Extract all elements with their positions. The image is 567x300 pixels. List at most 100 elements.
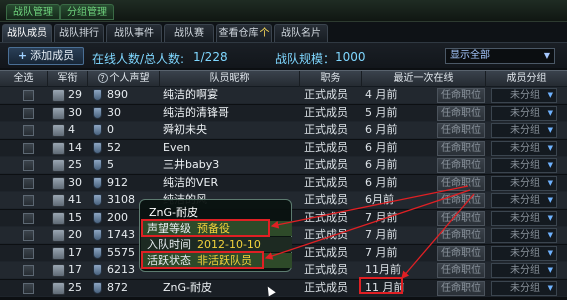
reputation-value: 200 <box>107 210 128 224</box>
shield-icon <box>93 141 102 154</box>
member-nickname[interactable]: 纯洁的清锋哥 <box>163 105 229 121</box>
rank-badge-icon <box>52 211 65 225</box>
tab-team-ranking[interactable]: 战队排行 <box>54 24 104 42</box>
dropdown-arrow-icon: ▼ <box>547 108 553 117</box>
reputation-value: 5 <box>107 158 114 171</box>
row-checkbox[interactable] <box>23 160 34 171</box>
rank-badge-icon <box>52 89 65 102</box>
tab-team-events[interactable]: 战队事件 <box>106 24 162 42</box>
member-filter-select[interactable]: 显示全部 ▼ <box>445 48 555 64</box>
member-group-select[interactable]: 未分组 ▼ <box>491 210 557 226</box>
dropdown-arrow-icon: ▼ <box>547 161 553 169</box>
member-group-select[interactable]: 未分组 ▼ <box>491 193 557 208</box>
member-group-select[interactable]: 未分组 ▼ <box>491 140 557 156</box>
tab-team-match[interactable]: 战队赛 <box>164 24 214 42</box>
tab-team-members[interactable]: 战队成员 <box>2 24 52 42</box>
row-checkbox[interactable] <box>23 282 34 294</box>
member-group-value: 未分组 <box>510 107 540 119</box>
appoint-position-button[interactable]: 任命职位 <box>437 280 485 296</box>
rank-value: 41 <box>68 193 82 206</box>
table-row[interactable]: 30 30 纯洁的清锋哥 正式成员 5 月前 任命职位 未分组 ▼ <box>0 104 567 122</box>
member-group-select[interactable]: 未分组 ▼ <box>491 123 557 138</box>
last-online-value: 6 月前 <box>365 140 398 154</box>
shield-icon <box>93 124 102 136</box>
shield-icon <box>93 211 102 224</box>
member-group-select[interactable]: 未分组 ▼ <box>491 245 557 261</box>
tooltip-join-row: 入队时间 2012-10-10 <box>141 237 292 252</box>
row-checkbox[interactable] <box>23 90 34 101</box>
tab-view-warehouse[interactable]: 查看仓库个 <box>216 24 272 42</box>
member-group-value: 未分组 <box>510 212 540 224</box>
row-checkbox[interactable] <box>23 125 34 136</box>
member-group-value: 未分组 <box>510 282 540 294</box>
top-tab-bar: 战队管理 分组管理 <box>0 0 567 22</box>
select-all-header[interactable]: 全选 <box>0 71 48 87</box>
member-group-select[interactable]: 未分组 ▼ <box>491 280 557 296</box>
rank-value: 14 <box>68 140 82 154</box>
appoint-position-button[interactable]: 任命职位 <box>437 140 485 156</box>
rank-value: 29 <box>68 88 82 101</box>
rank-badge-icon <box>52 124 65 137</box>
help-icon[interactable]: ? <box>97 73 108 83</box>
tooltip-member-name: ZnG-耐皮 <box>149 206 199 219</box>
shield-icon <box>93 176 102 189</box>
member-nickname[interactable]: 舜初未央 <box>163 122 207 138</box>
member-group-select[interactable]: 未分组 ▼ <box>491 105 557 121</box>
appoint-position-button[interactable]: 任命职位 <box>437 193 485 208</box>
member-role: 正式成员 <box>304 123 348 136</box>
rank-value: 17 <box>68 245 82 259</box>
online-count-label: 在线人数/总人数: <box>92 52 185 66</box>
appoint-position-button[interactable]: 任命职位 <box>437 263 485 278</box>
row-checkbox[interactable] <box>23 142 34 154</box>
row-checkbox[interactable] <box>23 195 34 206</box>
table-row[interactable]: 14 52 Even 正式成员 6 月前 任命职位 未分组 ▼ <box>0 139 567 157</box>
member-role: 正式成员 <box>304 158 348 171</box>
row-checkbox[interactable] <box>23 177 34 189</box>
appoint-position-button[interactable]: 任命职位 <box>437 175 485 191</box>
row-checkbox[interactable] <box>23 230 34 241</box>
appoint-position-button[interactable]: 任命职位 <box>437 245 485 261</box>
appoint-position-button[interactable]: 任命职位 <box>437 210 485 226</box>
role-header: 职务 <box>300 71 362 87</box>
tooltip-join-value: 2012-10-10 <box>197 238 261 251</box>
appoint-position-button[interactable]: 任命职位 <box>437 123 485 138</box>
reputation-header-label: 个人声望 <box>109 73 150 84</box>
member-nickname[interactable]: ZnG-耐皮 <box>163 280 212 296</box>
appoint-position-button[interactable]: 任命职位 <box>437 88 485 103</box>
table-row[interactable]: 25 5 三井baby3 正式成员 6 月前 任命职位 未分组 ▼ <box>0 157 567 174</box>
member-group-select[interactable]: 未分组 ▼ <box>491 158 557 173</box>
member-group-select[interactable]: 未分组 ▼ <box>491 175 557 191</box>
add-member-button[interactable]: + 添加成员 <box>8 47 84 65</box>
add-member-label: 添加成员 <box>30 49 75 62</box>
tab-team-management[interactable]: 战队管理 <box>6 4 60 20</box>
dropdown-arrow-icon: ▼ <box>543 51 550 60</box>
row-checkbox[interactable] <box>23 247 34 259</box>
row-checkbox[interactable] <box>23 107 34 119</box>
table-row[interactable]: 4 0 舜初未央 正式成员 6 月前 任命职位 未分组 ▼ <box>0 122 567 139</box>
row-checkbox[interactable] <box>23 212 34 224</box>
reputation-value: 5575 <box>107 245 135 259</box>
member-nickname[interactable]: 纯洁的VER <box>163 175 218 191</box>
tab-group-management[interactable]: 分组管理 <box>60 4 114 20</box>
toolbar: + 添加成员 在线人数/总人数: 1/228 战队规模： 1000 显示全部 ▼ <box>0 42 567 68</box>
rank-header: 军衔 <box>48 71 88 87</box>
member-group-header: 成员分组 <box>506 73 547 84</box>
table-row[interactable]: 30 912 纯洁的VER 正式成员 6 月前 任命职位 未分组 ▼ <box>0 174 567 192</box>
member-nickname[interactable]: Even <box>163 140 190 156</box>
member-group-select[interactable]: 未分组 ▼ <box>491 228 557 243</box>
appoint-position-button[interactable]: 任命职位 <box>437 228 485 243</box>
filter-select-value: 显示全部 <box>450 50 490 61</box>
table-row[interactable]: 29 890 纯洁的啊宴 正式成员 4 月前 任命职位 未分组 ▼ <box>0 87 567 104</box>
rank-badge-icon <box>52 194 65 207</box>
rank-value: 30 <box>68 175 82 189</box>
dropdown-arrow-icon: ▼ <box>547 196 553 204</box>
appoint-position-button[interactable]: 任命职位 <box>437 105 485 121</box>
member-group-select[interactable]: 未分组 ▼ <box>491 263 557 278</box>
table-row[interactable]: 25 872 ZnG-耐皮 正式成员 11 月前 任命职位 未分组 ▼ <box>0 279 567 297</box>
member-group-select[interactable]: 未分组 ▼ <box>491 88 557 103</box>
appoint-position-button[interactable]: 任命职位 <box>437 158 485 173</box>
member-nickname[interactable]: 纯洁的啊宴 <box>163 87 218 103</box>
tab-team-card[interactable]: 战队名片 <box>274 24 328 42</box>
member-nickname[interactable]: 三井baby3 <box>163 157 219 173</box>
row-checkbox[interactable] <box>23 265 34 276</box>
